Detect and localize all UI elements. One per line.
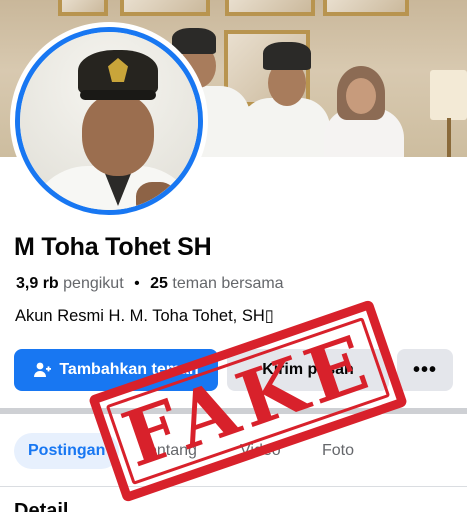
profile-stats: 3,9 rb pengikut • 25 teman bersama	[16, 275, 284, 293]
wall-frame	[120, 0, 210, 16]
ellipsis-icon: •••	[412, 358, 437, 381]
wall-frame	[58, 0, 108, 16]
followers-label[interactable]: pengikut	[63, 275, 124, 292]
face	[82, 94, 154, 176]
tab-photos[interactable]: Foto	[322, 433, 354, 469]
profile-name: M Toha Tohet SH	[14, 233, 212, 261]
wall-frame	[225, 0, 315, 16]
tabs-divider	[0, 486, 467, 487]
cap-visor	[80, 90, 156, 100]
avatar[interactable]	[15, 27, 203, 215]
lamp-shade	[430, 70, 467, 120]
mutual-count[interactable]: 25	[150, 275, 168, 292]
more-options-button[interactable]: •••	[397, 349, 453, 391]
mutual-label[interactable]: teman bersama	[172, 275, 283, 292]
stats-separator: •	[134, 275, 140, 292]
profile-bio: Akun Resmi H. M. Toha Tohet, SH▯	[15, 307, 274, 325]
fake-stamp: FAKE	[87, 299, 409, 503]
wall-frame	[323, 0, 409, 16]
person-plus-icon	[34, 362, 52, 377]
followers-count[interactable]: 3,9 rb	[16, 275, 59, 292]
lamp-post	[447, 118, 451, 157]
details-heading: Detail	[14, 500, 69, 512]
